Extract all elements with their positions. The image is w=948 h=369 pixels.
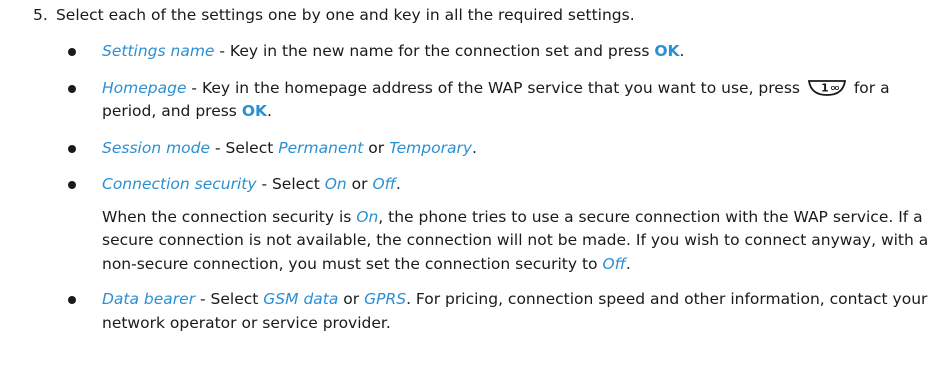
- setting-term: Connection security: [102, 175, 257, 193]
- key-1-icon: 1: [807, 79, 846, 96]
- setting-term: Settings name: [102, 42, 215, 60]
- option-on: On: [324, 175, 347, 193]
- list-item-homepage: Homepage - Key in the homepage address o…: [68, 77, 938, 124]
- list-item-session-mode: Session mode - Select Permanent or Tempo…: [68, 137, 938, 161]
- separator: - Select: [195, 290, 264, 308]
- step-5: 5. Select each of the settings one by on…: [33, 4, 635, 26]
- separator: -: [214, 42, 230, 60]
- description: Key in the new name for the connection s…: [229, 42, 655, 60]
- separator: -: [186, 78, 202, 97]
- list-item-settings-name: Settings name - Key in the new name for …: [68, 40, 938, 64]
- key-label: 1: [821, 81, 829, 94]
- end-punct: .: [395, 175, 401, 193]
- option-temporary: Temporary: [389, 138, 473, 157]
- manual-page: 5. Select each of the settings one by on…: [0, 0, 948, 369]
- end-punct: .: [267, 102, 272, 120]
- step-number: 5.: [33, 6, 48, 24]
- option-permanent: Permanent: [278, 138, 364, 157]
- or-text: or: [346, 175, 373, 193]
- option-off: Off: [372, 175, 396, 193]
- option-gprs: GPRS: [364, 290, 407, 308]
- bullet-icon: [68, 296, 76, 304]
- settings-list: Settings name - Key in the new name for …: [68, 40, 938, 348]
- or-text: or: [338, 290, 365, 308]
- connection-security-note: When the connection security is On, the …: [68, 206, 938, 277]
- bullet-icon: [68, 84, 76, 93]
- note-text: When the connection security is: [102, 207, 357, 226]
- bullet-icon: [68, 181, 76, 189]
- description: Key in the homepage address of the WAP s…: [201, 78, 805, 97]
- note-value-off: Off: [602, 254, 626, 273]
- separator: - Select: [210, 138, 279, 157]
- list-item-data-bearer: Data bearer - Select GSM data or GPRS. F…: [68, 288, 938, 335]
- option-gsm-data: GSM data: [263, 290, 339, 308]
- setting-term: Homepage: [102, 78, 187, 97]
- or-text: or: [363, 138, 390, 157]
- note-text: .: [625, 254, 631, 273]
- end-punct: .: [679, 42, 685, 60]
- note-value-on: On: [356, 207, 379, 226]
- setting-term: Session mode: [102, 138, 211, 157]
- setting-term: Data bearer: [102, 290, 196, 308]
- ok-softkey-label: OK: [654, 42, 680, 60]
- bullet-icon: [68, 144, 76, 153]
- list-item-connection-security: Connection security - Select On or Off.: [68, 173, 938, 197]
- bullet-icon: [68, 48, 76, 56]
- step-text: Select each of the settings one by one a…: [55, 6, 635, 24]
- separator: - Select: [256, 175, 325, 193]
- end-punct: .: [472, 138, 477, 157]
- ok-softkey-label: OK: [241, 102, 267, 120]
